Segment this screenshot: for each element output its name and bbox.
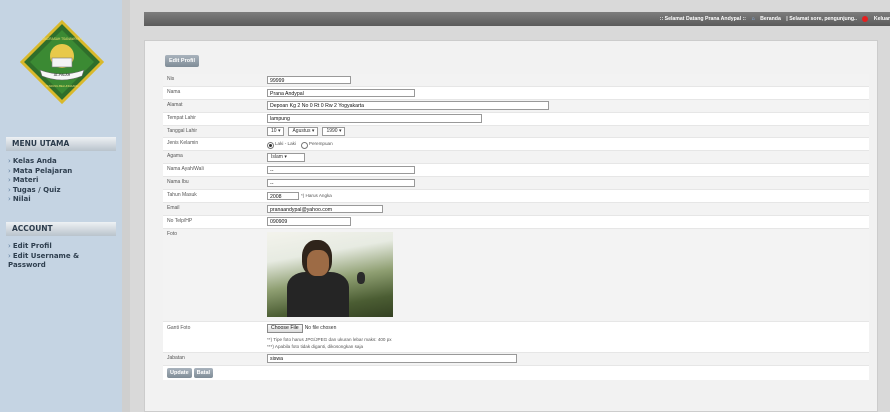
- photo-note-1: **) Tipe foto harus JPG/JPEG dan ukuran …: [267, 336, 392, 342]
- account-header: ACCOUNT: [6, 222, 116, 236]
- greeting-text: | Selamat sore, pengunjung..: [786, 16, 857, 22]
- jabatan-label: Jabatan: [167, 354, 185, 361]
- logout-icon[interactable]: [862, 15, 869, 22]
- alamat-label: Alamat: [167, 101, 183, 108]
- page-title: Edit Profil: [165, 55, 199, 67]
- top-bar: :: Selamat Datang Prana Andypal :: ⌂ Ber…: [130, 0, 890, 30]
- alamat-input[interactable]: Depoan Kg 2 No 0 Rt 0 Rw 2 Yogyakarta: [267, 101, 549, 110]
- ganti-foto-label: Ganti Foto: [167, 324, 191, 331]
- menu-arrow-icon: ›: [8, 166, 11, 175]
- row-nama-ayah: Nama Ayah/Wali --: [163, 164, 869, 178]
- row-nama-ibu: Nama Ibu --: [163, 177, 869, 191]
- nama-ayah-label: Nama Ayah/Wali: [167, 166, 204, 173]
- main-content: Edit Profil Nis 99999 Nama Prana Andypal…: [144, 40, 878, 412]
- cancel-button[interactable]: Batal: [193, 367, 214, 378]
- row-jenis-kelamin: Jenis Kelamin Laki - Laki Perempuan: [163, 138, 869, 152]
- update-button[interactable]: Update: [167, 367, 192, 378]
- edit-profile-form: Nis 99999 Nama Prana Andypal Alamat Depo…: [163, 74, 869, 380]
- top-bar-strip: :: Selamat Datang Prana Andypal :: ⌂ Ber…: [144, 12, 890, 26]
- home-icon[interactable]: ⌂: [751, 16, 754, 22]
- row-email: Email pranaandypal@yahoo.com: [163, 202, 869, 216]
- email-input[interactable]: pranaandypal@yahoo.com: [267, 204, 383, 214]
- file-status: No file chosen: [304, 324, 337, 331]
- tahun-masuk-input[interactable]: 2008: [267, 191, 299, 201]
- menu-utama-header: MENU UTAMA: [6, 137, 116, 151]
- row-alamat: Alamat Depoan Kg 2 No 0 Rt 0 Rw 2 Yogyak…: [163, 99, 869, 113]
- agama-label: Agama: [167, 153, 183, 160]
- tempat-lahir-input[interactable]: lampung: [267, 114, 482, 123]
- menu-arrow-icon: ›: [8, 195, 11, 203]
- home-link[interactable]: Beranda: [760, 16, 781, 22]
- nama-label: Nama: [167, 88, 181, 95]
- tahun-masuk-hint: *) Harus Angka: [300, 193, 332, 199]
- agama-select[interactable]: Islam ▾: [267, 153, 305, 162]
- menu-arrow-icon: ›: [8, 242, 11, 250]
- menu-arrow-icon: ›: [8, 176, 11, 184]
- jabatan-input[interactable]: siswa: [267, 354, 517, 363]
- row-telp: No Telp/HP 090909: [163, 216, 869, 229]
- row-tahun-masuk: Tahun Masuk 2008 *) Harus Angka: [163, 190, 869, 203]
- logo-banner-text: MADRASAH TSANAWIYAH: [42, 37, 82, 41]
- email-label: Email: [167, 204, 180, 211]
- nis-input[interactable]: 99999: [267, 75, 351, 85]
- sidebar-separator: [122, 0, 130, 412]
- row-tempat-lahir: Tempat Lahir lampung: [163, 113, 869, 126]
- jenis-kelamin-label: Jenis Kelamin: [167, 140, 199, 147]
- gender-male-radio[interactable]: [267, 141, 274, 149]
- nama-input[interactable]: Prana Andypal: [267, 88, 415, 98]
- nama-ayah-input[interactable]: --: [267, 165, 415, 175]
- menu-item-tugas-quiz[interactable]: › Tugas / Quiz: [8, 186, 118, 196]
- sidebar: AL-FALAH MADRASAH TSANAWIYAH TANJUNG BEL…: [0, 0, 122, 412]
- telp-label: No Telp/HP: [167, 217, 193, 224]
- profile-photo: [267, 231, 393, 317]
- menu-arrow-icon: ›: [8, 185, 11, 194]
- gender-female-radio[interactable]: [300, 141, 308, 149]
- telp-input[interactable]: 090909: [267, 217, 351, 226]
- choose-file-button[interactable]: Choose File: [267, 324, 303, 333]
- tahun-masuk-label: Tahun Masuk: [167, 192, 197, 199]
- welcome-text: :: Selamat Datang Prana Andypal ::: [659, 16, 747, 22]
- nis-label: Nis: [167, 76, 175, 82]
- menu-item-edit-profil[interactable]: › Edit Profil: [8, 242, 118, 252]
- row-actions: Update Batal: [163, 366, 869, 380]
- row-nis: Nis 99999: [163, 74, 869, 87]
- row-tanggal-lahir: Tanggal Lahir 10 ▾ Agustus ▾ 1990 ▾: [163, 125, 869, 139]
- menu-item-kelas-anda[interactable]: › Kelas Anda: [8, 157, 118, 167]
- row-foto: Foto: [163, 228, 869, 322]
- tanggal-lahir-label: Tanggal Lahir: [167, 127, 198, 134]
- tempat-lahir-label: Tempat Lahir: [167, 114, 196, 121]
- main-menu-list: › Kelas Anda › Mata Pelajaran › Materi › Tug…: [8, 157, 118, 205]
- foto-label: Foto: [167, 230, 178, 237]
- logo-bottom-text: TANJUNG BELUNGKANG: [45, 84, 78, 88]
- photo-note-2: ***) Apabila foto tidak diganti, dikoson…: [267, 343, 364, 349]
- menu-arrow-icon: ›: [8, 251, 11, 260]
- month-select[interactable]: Agustus ▾: [288, 127, 319, 136]
- row-ganti-foto: Ganti Foto Choose File No file chosen **)…: [163, 322, 869, 353]
- school-logo: AL-FALAH MADRASAH TSANAWIYAH TANJUNG BEL…: [20, 20, 104, 104]
- nama-ibu-label: Nama Ibu: [167, 179, 189, 186]
- row-nama: Nama Prana Andypal: [163, 87, 869, 100]
- menu-arrow-icon: ›: [8, 157, 11, 165]
- row-agama: Agama Islam ▾: [163, 151, 869, 165]
- menu-item-materi[interactable]: › Materi: [8, 176, 118, 186]
- menu-item-edit-username-password[interactable]: › Edit Username & Password: [8, 252, 108, 271]
- account-menu-list: › Edit Profil › Edit Username & Password: [8, 242, 118, 271]
- menu-item-nilai[interactable]: › Nilai: [8, 195, 118, 205]
- year-select[interactable]: 1990 ▾: [322, 127, 346, 136]
- nama-ibu-input[interactable]: --: [267, 178, 415, 188]
- menu-item-mata-pelajaran[interactable]: › Mata Pelajaran: [8, 167, 118, 177]
- day-select[interactable]: 10 ▾: [267, 127, 285, 136]
- logo-ribbon-text: AL-FALAH: [54, 73, 71, 77]
- logout-link[interactable]: Keluar: [874, 16, 890, 22]
- row-jabatan: Jabatan siswa: [163, 352, 869, 366]
